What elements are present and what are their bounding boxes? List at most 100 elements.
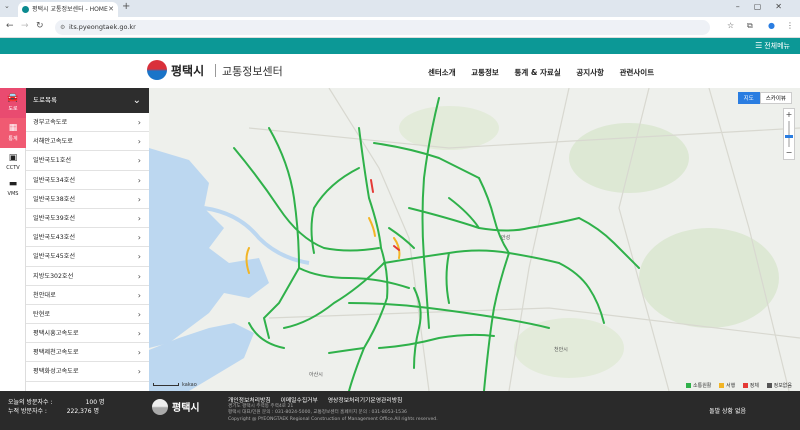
profile-icon[interactable]: ● [768, 21, 775, 30]
map-provider-label: kakao [182, 382, 197, 388]
new-tab-icon[interactable]: + [122, 1, 130, 12]
nav-traffic-info[interactable]: 교통정보 [471, 68, 499, 77]
site-footer: 오늘의 방문자수 : 100 명 누적 방문자수 : 222,376 명 평택시 개… [0, 391, 800, 430]
hamburger-icon: ☰ [755, 41, 763, 50]
road-item[interactable]: 평택시흥고속도로 › [26, 324, 149, 344]
side-vms-button[interactable]: ▬ VMS [0, 174, 26, 204]
chevron-right-icon: › [137, 194, 141, 204]
road-item-label: 일반국도1호선 [33, 157, 72, 165]
zoom-slider[interactable] [785, 121, 793, 147]
visit-today-value: 100 명 [85, 399, 105, 406]
nav-notice[interactable]: 공지사항 [576, 68, 604, 77]
chevron-right-icon: › [137, 367, 141, 377]
road-item-label: 평택시흥고속도로 [33, 330, 79, 338]
site-info-icon[interactable]: ⚙ [60, 20, 65, 35]
side-stat-label: 통계 [8, 136, 18, 142]
bay-water [149, 148, 269, 348]
side-vms-label: VMS [7, 191, 19, 197]
road-item[interactable]: 평택화성고속도로 › [26, 362, 149, 382]
tab-title: 평택시 교통정보센터 - HOME [32, 6, 108, 13]
chevron-down-icon: ⌄ [132, 95, 141, 106]
traffic-map[interactable]: 안성 천안시 아산시 지도 스카이뷰 + − kakao 소통원활 서행 정체 정… [149, 88, 800, 391]
road-item-label: 서해안고속도로 [33, 138, 73, 146]
road-item[interactable]: 일반국도34호선 › [26, 171, 149, 190]
zoom-out-icon[interactable]: − [784, 147, 794, 159]
side-road-button[interactable]: 🚘 도로 [0, 88, 26, 118]
browser-menu-icon[interactable]: ⋮ [786, 21, 794, 30]
chevron-right-icon: › [137, 309, 141, 319]
zoom-slider-handle[interactable] [785, 135, 793, 138]
chevron-right-icon: › [137, 213, 141, 223]
park-area [569, 123, 689, 193]
legend-swatch [719, 383, 724, 388]
footer-links: 개인정보처리방침 이메일수집거부 영상정보처리기기운영관리방침 [228, 395, 410, 404]
chevron-right-icon: › [137, 156, 141, 166]
address-bar: ← → ↻ ⚙ its.pyeongtaek.go.kr ☆ ⧉ ● ⋮ [0, 17, 800, 38]
url-input[interactable]: ⚙ its.pyeongtaek.go.kr [55, 20, 710, 35]
road-item[interactable]: 일반국도45호선 › [26, 247, 149, 267]
zoom-in-icon[interactable]: + [784, 109, 794, 121]
road-item[interactable]: 일반국도38호선 › [26, 190, 149, 209]
reload-icon[interactable]: ↻ [36, 21, 44, 31]
map-type-map-button[interactable]: 지도 [737, 92, 760, 104]
favicon-icon [22, 6, 29, 13]
forward-icon[interactable]: → [21, 21, 29, 31]
legend-swatch [766, 383, 772, 388]
back-icon[interactable]: ← [6, 21, 14, 31]
footer-copyright: Copyright @ PYEONGTAEK Regional Construc… [228, 416, 438, 422]
legend-swatch [742, 383, 748, 388]
road-item[interactable]: 탄현로 › [26, 305, 149, 325]
road-item[interactable]: 일반국도1호선 › [26, 151, 149, 171]
chevron-right-icon: › [137, 271, 141, 281]
road-item[interactable]: 서해안고속도로 › [26, 132, 149, 152]
site-logo[interactable]: 평택시 교통정보센터 [147, 60, 297, 82]
close-tab-icon[interactable]: ✕ [108, 2, 114, 17]
road-list-header[interactable]: 도로목록 ⌄ [26, 88, 149, 113]
road-item-label: 탄현로 [33, 310, 51, 318]
road-item-label: 평택화성고속도로 [33, 368, 79, 376]
road-item-label: 천안대로 [33, 291, 56, 299]
browser-tab[interactable]: 평택시 교통정보센터 - HOME ✕ [18, 2, 118, 17]
sign-board-icon: ▬ [8, 179, 18, 189]
tab-search-icon[interactable]: ⌄ [4, 2, 10, 10]
extensions-icon[interactable]: ⧉ [747, 21, 753, 31]
logo-divider [215, 64, 216, 77]
camera-icon: ▣ [8, 153, 18, 163]
site-header: 평택시 교통정보센터 센터소개 교통정보 통계 & 자료실 공지사항 관련사이트 [0, 54, 800, 88]
chevron-right-icon: › [137, 175, 141, 185]
legend-item-congested: 정체 [742, 383, 759, 389]
logo-subtitle: 교통정보센터 [222, 65, 283, 78]
river [203, 206, 310, 265]
side-stat-button[interactable]: ▦ 통계 [0, 118, 26, 148]
map-label-asan: 아산시 [309, 372, 323, 378]
road-item[interactable]: 일반국도43호선 › [26, 228, 149, 248]
nav-center-intro[interactable]: 센터소개 [428, 68, 456, 77]
top-band: ☰ 전체메뉴 [0, 38, 800, 54]
road-item-label: 일반국도38호선 [33, 195, 76, 203]
chevron-right-icon: › [137, 348, 141, 358]
bookmark-star-icon[interactable]: ☆ [727, 21, 734, 30]
side-cctv-label: CCTV [6, 165, 20, 171]
scale-bar [153, 383, 179, 386]
road-item[interactable]: 평택제천고속도로 › [26, 343, 149, 363]
road-item[interactable]: 천안대로 › [26, 286, 149, 305]
map-type-sky-button[interactable]: 스카이뷰 [759, 92, 792, 104]
legend-item-noinfo: 정보없음 [766, 383, 792, 389]
footer-logo-name: 평택시 [172, 403, 200, 414]
road-item-label: 경부고속도로 [33, 119, 68, 126]
traffic-legend: 소통원활 서행 정체 정보없음 [680, 382, 792, 389]
car-icon: 🚘 [7, 93, 19, 103]
legend-item-smooth: 소통원활 [686, 383, 711, 389]
road-item[interactable]: 지방도302호선 › [26, 267, 149, 286]
footer-logo: 평택시 [152, 396, 200, 415]
road-list-panel: 도로목록 ⌄ 경부고속도로 › 서해안고속도로 › 일반국도1호선 › 일반국도34호… [26, 88, 149, 391]
nav-related-sites[interactable]: 관련사이트 [620, 68, 655, 77]
window-controls[interactable]: –▢✕ [736, 2, 796, 11]
map-type-switch: 지도 스카이뷰 [737, 92, 792, 104]
road-item[interactable]: 경부고속도로 › [26, 113, 149, 133]
legend-swatch [686, 383, 691, 388]
nav-stats[interactable]: 통계 & 자료실 [514, 68, 560, 77]
zoom-control: + − [783, 108, 795, 160]
road-item[interactable]: 일반국도39호선 › [26, 209, 149, 229]
all-menu-button[interactable]: ☰ 전체메뉴 [755, 38, 790, 54]
